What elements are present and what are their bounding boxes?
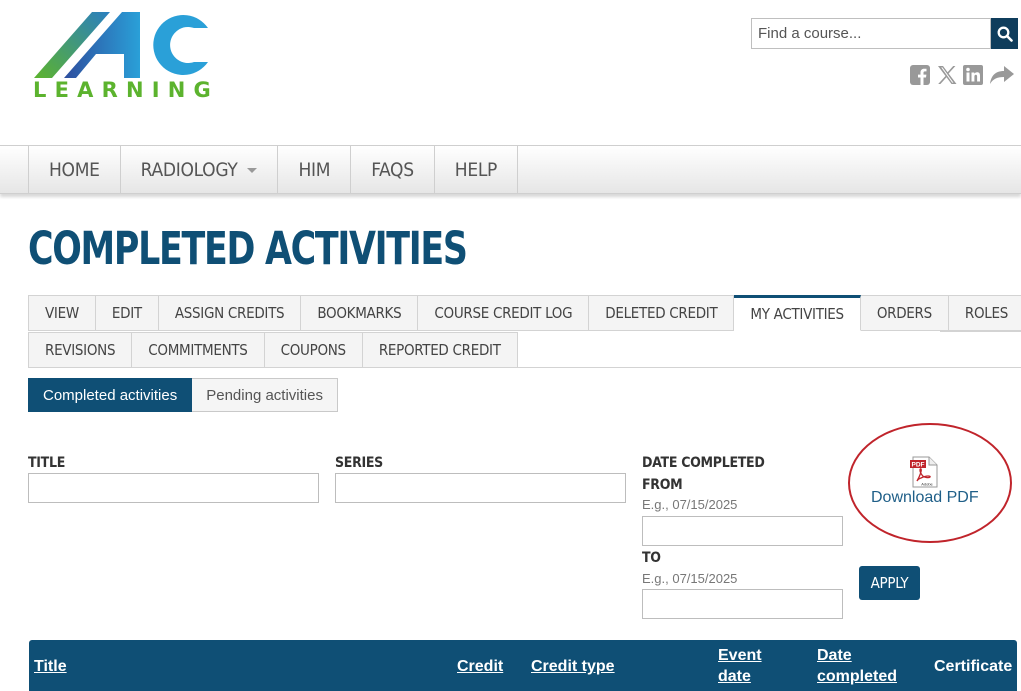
tabs-divider	[475, 367, 1021, 368]
activities-table-header: Title Credit Credit type Event date Date…	[29, 640, 1017, 691]
apply-button[interactable]: APPLY	[859, 566, 920, 600]
tab-coupons[interactable]: COUPONS	[264, 332, 363, 368]
series-filter-label: SERIES	[335, 455, 383, 471]
search-icon	[997, 26, 1013, 42]
column-title[interactable]: Title	[34, 656, 67, 677]
column-date-completed-line1: Date	[817, 647, 852, 664]
download-pdf-link[interactable]: Download PDF	[871, 489, 979, 507]
date-from-input[interactable]	[642, 516, 843, 546]
series-filter-input[interactable]	[335, 473, 626, 503]
search-button[interactable]	[991, 18, 1018, 49]
column-event-date[interactable]: Event date	[718, 645, 762, 687]
logo-wordmark: LEARNING	[33, 78, 219, 102]
column-credit[interactable]: Credit	[457, 656, 503, 677]
nav-item-home[interactable]: HOME	[29, 146, 121, 194]
tab-roles[interactable]: ROLES	[948, 295, 1021, 331]
subtab-completed-activities[interactable]: Completed activities	[28, 378, 193, 412]
page-title: COMPLETED ACTIVITIES	[28, 222, 468, 275]
nav-menu: HOME RADIOLOGY HIM FAQS HELP	[28, 146, 519, 194]
facebook-icon[interactable]	[908, 63, 932, 87]
tab-revisions[interactable]: REVISIONS	[28, 332, 133, 368]
title-filter-label: TITLE	[28, 455, 66, 471]
linkedin-icon[interactable]	[961, 63, 985, 87]
date-to-label: TO	[642, 550, 661, 566]
column-event-date-line2: date	[718, 668, 751, 685]
share-icon[interactable]	[988, 63, 1016, 87]
activity-subtabs: Completed activities Pending activities	[28, 378, 338, 412]
column-certificate: Certificate	[934, 658, 1013, 675]
course-search-input[interactable]	[751, 18, 991, 49]
nav-item-radiology[interactable]: RADIOLOGY	[121, 146, 279, 194]
column-date-completed-line2: completed	[817, 668, 898, 685]
column-date-completed[interactable]: Date completed	[817, 645, 897, 687]
nav-item-faqs[interactable]: FAQS	[351, 146, 435, 194]
nav-item-radiology-label: RADIOLOGY	[140, 159, 238, 181]
tab-commitments[interactable]: COMMITMENTS	[132, 332, 265, 368]
column-credit-type[interactable]: Credit type	[531, 656, 615, 677]
pdf-icon-text: PDF	[912, 462, 925, 469]
chevron-down-icon	[247, 167, 258, 173]
pdf-icon-brand: Adobe	[921, 482, 933, 487]
date-completed-label: DATE COMPLETED	[642, 455, 765, 471]
date-from-label: FROM	[642, 477, 683, 493]
pdf-file-icon[interactable]: PDF Adobe	[909, 456, 941, 493]
tabs-row-primary: VIEW EDIT ASSIGN CREDITS BOOKMARKS COURS…	[28, 295, 1021, 331]
tab-assign-credits[interactable]: ASSIGN CREDITS	[158, 295, 302, 331]
date-to-hint: E.g., 07/15/2025	[642, 571, 738, 586]
column-event-date-line1: Event	[718, 647, 762, 664]
nav-item-help[interactable]: HELP	[435, 146, 519, 194]
tab-my-activities[interactable]: MY ACTIVITIES	[734, 295, 861, 331]
main-navbar: HOME RADIOLOGY HIM FAQS HELP	[0, 145, 1021, 194]
tab-course-credit-log[interactable]: COURSE CREDIT LOG	[418, 295, 590, 331]
x-twitter-icon[interactable]	[935, 63, 959, 87]
nav-item-him[interactable]: HIM	[278, 146, 352, 194]
date-to-input[interactable]	[642, 589, 843, 619]
tab-reported-credit[interactable]: REPORTED CREDIT	[362, 332, 518, 368]
tab-bookmarks[interactable]: BOOKMARKS	[301, 295, 419, 331]
tab-edit[interactable]: EDIT	[95, 295, 159, 331]
tab-deleted-credit[interactable]: DELETED CREDIT	[589, 295, 735, 331]
subtab-pending-activities[interactable]: Pending activities	[192, 378, 338, 412]
date-from-hint: E.g., 07/15/2025	[642, 497, 738, 512]
tabs-divider	[940, 331, 1021, 332]
tabs-row-secondary: REVISIONS COMMITMENTS COUPONS REPORTED C…	[28, 332, 518, 368]
title-filter-input[interactable]	[28, 473, 319, 503]
tab-orders[interactable]: ORDERS	[860, 295, 949, 331]
tab-view[interactable]: VIEW	[28, 295, 96, 331]
